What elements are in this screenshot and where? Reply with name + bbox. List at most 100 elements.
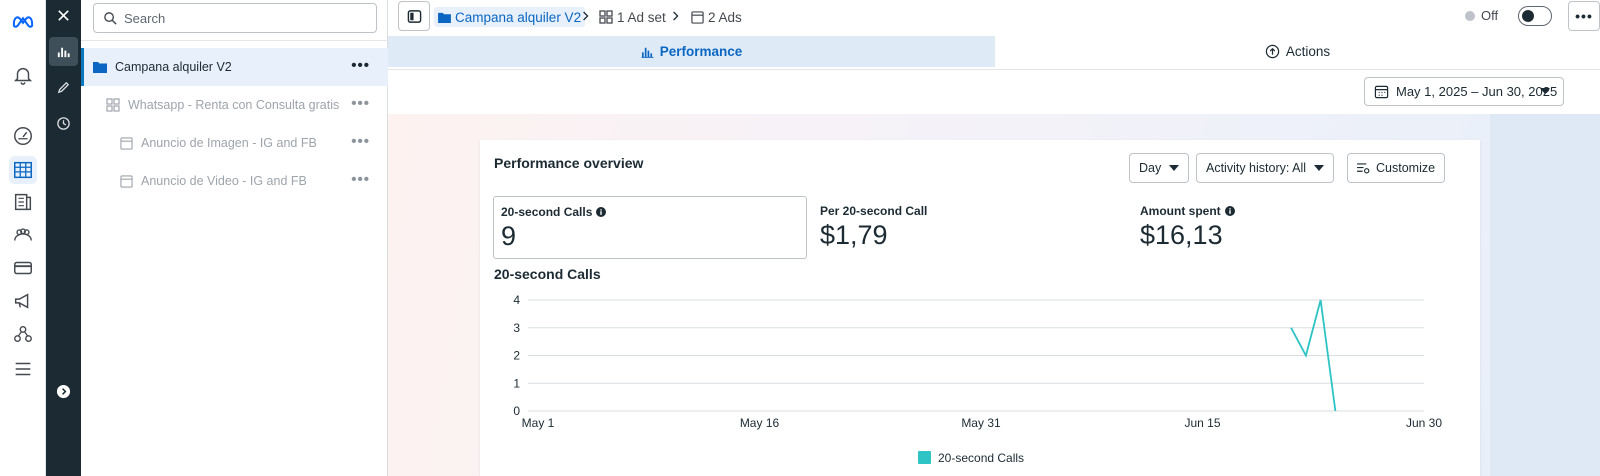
card-title: Performance overview: [494, 155, 644, 171]
tool-rail: [46, 0, 81, 476]
meta-logo-icon[interactable]: [9, 7, 37, 35]
tree-row-label: Campana alquiler V2: [115, 60, 232, 74]
x-tick-label: May 31: [961, 416, 1001, 430]
info-icon[interactable]: [1224, 206, 1235, 216]
tab-performance-label: Performance: [659, 44, 743, 59]
tree-row-ad[interactable]: Anuncio de Video - IG and FB •••: [81, 162, 388, 200]
more-options-icon[interactable]: •••: [351, 134, 370, 149]
adset-grid-icon: [106, 98, 120, 112]
tab-performance[interactable]: Performance: [388, 36, 995, 67]
chevron-down-icon: [1169, 165, 1180, 171]
status-indicator-dot: [1465, 11, 1475, 21]
breadcrumb-ads[interactable]: 2 Ads: [691, 7, 742, 27]
campaign-tree-panel: Campana alquiler V2 ••• Whatsapp - Renta…: [81, 0, 388, 476]
folder-icon: [438, 12, 451, 23]
date-row: May 1, 2025 – Jun 30, 2025: [388, 70, 1600, 114]
calls-line-chart: 0 1 2 3 4 May 1 May 16 May 31 Jun 15 Jun 30 20-sec…: [513, 293, 1442, 465]
chevron-down-icon: [1540, 88, 1550, 94]
campaign-on-off-toggle[interactable]: [1518, 6, 1552, 26]
tree-row-ad[interactable]: Anuncio de Imagen - IG and FB •••: [81, 124, 388, 162]
report-canvas: Performance overview Day Activity histor…: [388, 114, 1600, 476]
toggle-panel-button[interactable]: [398, 1, 430, 31]
performance-overview-card: Performance overview Day Activity histor…: [480, 140, 1480, 476]
top-bar: Campana alquiler V2 1 Ad set 2 Ads Off •…: [388, 0, 1600, 34]
tree-row-adset[interactable]: Whatsapp - Renta con Consulta gratis •••: [81, 86, 388, 124]
arrow-up-circle-icon: [1265, 44, 1280, 59]
metric-label-text: 20-second Calls: [501, 205, 593, 219]
y-tick-label: 2: [513, 349, 520, 363]
tree-row-label: Anuncio de Imagen - IG and FB: [141, 136, 317, 150]
breadcrumb-campaign-label: Campana alquiler V2: [455, 9, 582, 25]
bell-icon[interactable]: [9, 61, 37, 89]
x-tick-label: May 1: [522, 416, 555, 430]
chevron-right-icon: [580, 8, 592, 24]
tree-row-campaign[interactable]: Campana alquiler V2 •••: [81, 48, 388, 86]
info-icon[interactable]: [596, 207, 607, 217]
clock-icon[interactable]: [49, 109, 78, 138]
folder-icon: [93, 60, 107, 74]
metric-label: Amount spent: [1140, 204, 1436, 218]
ad-icon: [691, 10, 704, 24]
breadcrumb-campaign[interactable]: Campana alquiler V2: [434, 7, 586, 27]
network-icon[interactable]: [9, 320, 37, 348]
toggle-knob: [1522, 9, 1534, 22]
metric-card-cost-per-call[interactable]: Per 20-second Call $1,79: [813, 196, 1123, 259]
ad-icon: [119, 136, 133, 150]
x-tick-label: May 16: [740, 416, 780, 430]
metric-value: $16,13: [1140, 220, 1223, 250]
more-options-icon[interactable]: •••: [351, 58, 370, 73]
tree-row-label: Anuncio de Video - IG and FB: [141, 174, 307, 188]
activity-history-label: Activity history: All: [1206, 161, 1307, 175]
megaphone-icon[interactable]: [9, 287, 37, 315]
tree-row-label: Whatsapp - Renta con Consulta gratis: [128, 98, 340, 112]
legend-swatch: [918, 451, 931, 464]
canvas-side-strip: [1490, 114, 1600, 476]
app-navigation-rail: [0, 0, 46, 476]
metric-label: 20-second Calls: [501, 205, 799, 219]
ad-icon: [119, 174, 133, 188]
search-icon: [104, 11, 117, 25]
bar-chart-icon[interactable]: [49, 37, 78, 66]
tab-actions[interactable]: Actions: [995, 36, 1600, 67]
credit-card-icon[interactable]: [9, 254, 37, 282]
granularity-dropdown[interactable]: Day: [1129, 153, 1190, 183]
calendar-icon: [1374, 85, 1389, 99]
x-tick-label: Jun 15: [1184, 416, 1220, 430]
status-label: Off: [1481, 8, 1499, 23]
sidebar-toggle-icon: [407, 9, 421, 23]
search-field[interactable]: [93, 3, 377, 33]
view-tabs: Performance Actions: [388, 36, 1600, 70]
metric-label-text: Amount spent: [1140, 204, 1221, 218]
main-area: Campana alquiler V2 1 Ad set 2 Ads Off •…: [388, 0, 1600, 476]
metric-value: 9: [501, 221, 517, 251]
x-tick-label: Jun 30: [1406, 416, 1442, 430]
metric-card-amount-spent[interactable]: Amount spent $16,13: [1133, 196, 1443, 259]
close-icon[interactable]: [49, 1, 78, 30]
customize-button[interactable]: Customize: [1347, 153, 1446, 183]
more-options-icon[interactable]: •••: [351, 96, 370, 111]
metric-value: $1,79: [820, 220, 888, 250]
table-grid-icon[interactable]: [9, 156, 37, 184]
menu-icon[interactable]: [9, 355, 37, 383]
pencil-icon[interactable]: [49, 73, 78, 102]
chevron-right-icon: [670, 8, 682, 24]
metric-label: Per 20-second Call: [820, 204, 1116, 218]
customize-label: Customize: [1376, 161, 1436, 175]
search-input[interactable]: [124, 10, 364, 26]
people-icon[interactable]: [9, 221, 37, 249]
more-options-icon[interactable]: •••: [351, 172, 370, 187]
metric-card-calls[interactable]: 20-second Calls 9: [493, 196, 807, 259]
breadcrumb-ads-label: 2 Ads: [708, 9, 742, 25]
breadcrumb-adset-label: 1 Ad set: [617, 9, 666, 25]
activity-history-dropdown[interactable]: Activity history: All: [1196, 153, 1335, 183]
breadcrumb-adset[interactable]: 1 Ad set: [599, 7, 666, 27]
legend-label: 20-second Calls: [938, 451, 1024, 465]
more-options-button[interactable]: •••: [1568, 1, 1600, 31]
date-range-picker[interactable]: May 1, 2025 – Jun 30, 2025: [1364, 77, 1564, 106]
book-icon[interactable]: [9, 188, 37, 216]
chevron-down-icon: [1314, 165, 1325, 171]
bar-chart-icon: [641, 47, 654, 58]
expand-arrow-icon[interactable]: [49, 377, 78, 406]
speedometer-icon[interactable]: [9, 122, 37, 150]
tab-actions-label: Actions: [1285, 44, 1331, 59]
